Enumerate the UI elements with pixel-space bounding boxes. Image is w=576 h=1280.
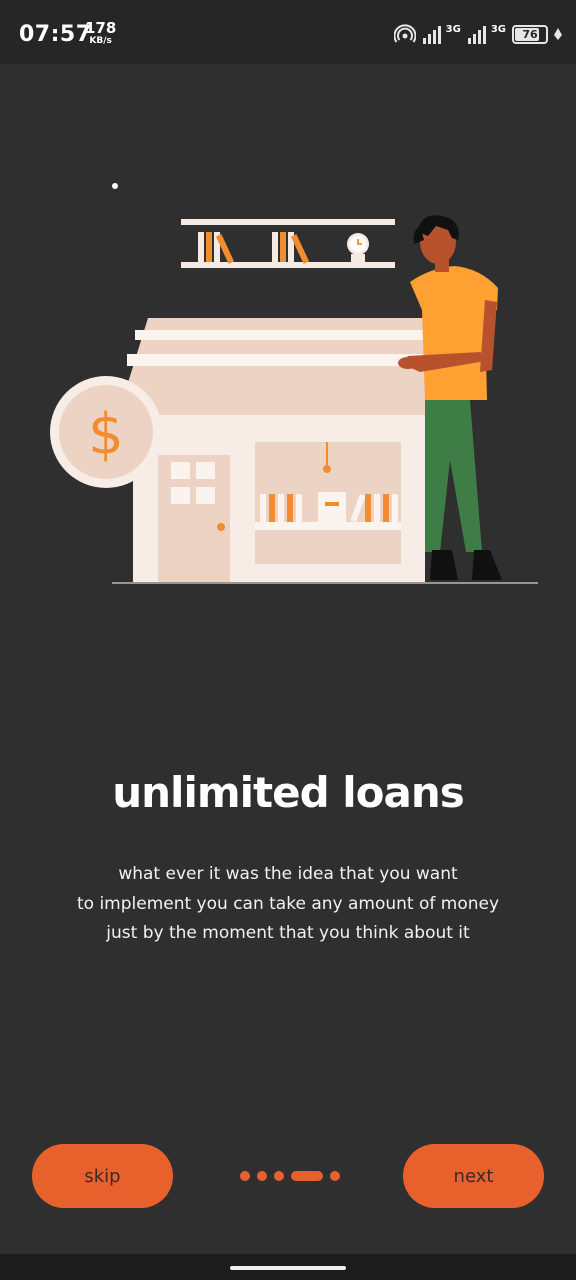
hotspot-icon	[393, 24, 416, 43]
page-indicator	[240, 1171, 340, 1181]
bookshelf	[181, 219, 395, 268]
signal-icon	[422, 26, 441, 44]
skip-button[interactable]: skip	[32, 1144, 173, 1208]
navigation-bar	[0, 1254, 576, 1280]
page-dot-active[interactable]	[291, 1171, 323, 1181]
status-bar: 07:57 178 KB/s 3G 3G 76	[0, 0, 576, 64]
onboarding-title: unlimited loans	[112, 768, 465, 817]
home-indicator[interactable]	[230, 1266, 346, 1270]
battery-icon: 76	[512, 24, 548, 44]
page-dot[interactable]	[240, 1171, 250, 1181]
dollar-coin-icon: $	[50, 376, 162, 488]
signal-icon	[467, 26, 486, 44]
store-window	[255, 442, 401, 564]
page-dot[interactable]	[330, 1171, 340, 1181]
network-type-label: 3G	[445, 23, 461, 35]
description-line: just by the moment that you think about …	[106, 923, 470, 943]
dollar-symbol: $	[88, 402, 124, 467]
page-dot[interactable]	[257, 1171, 267, 1181]
battery-level: 76	[522, 27, 538, 41]
description-line: what ever it was the idea that you want	[118, 864, 458, 884]
network-speed-value: 178	[85, 19, 117, 37]
decorative-dot	[112, 183, 118, 189]
network-speed-unit: KB/s	[89, 36, 112, 46]
page-dot[interactable]	[274, 1171, 284, 1181]
status-icons: 3G 3G 76	[393, 20, 562, 48]
description-line: to implement you can take any amount of …	[76, 893, 500, 914]
onboarding-description: what ever it was the idea that you want …	[60, 860, 516, 949]
storefront-illustration: $	[50, 183, 538, 584]
charging-icon	[554, 28, 562, 40]
next-button[interactable]: next	[403, 1144, 544, 1208]
network-speed: 178 KB/s	[85, 21, 116, 46]
status-time: 07:57	[19, 22, 92, 47]
network-type-label: 3G	[490, 23, 506, 35]
store-door	[158, 455, 230, 582]
